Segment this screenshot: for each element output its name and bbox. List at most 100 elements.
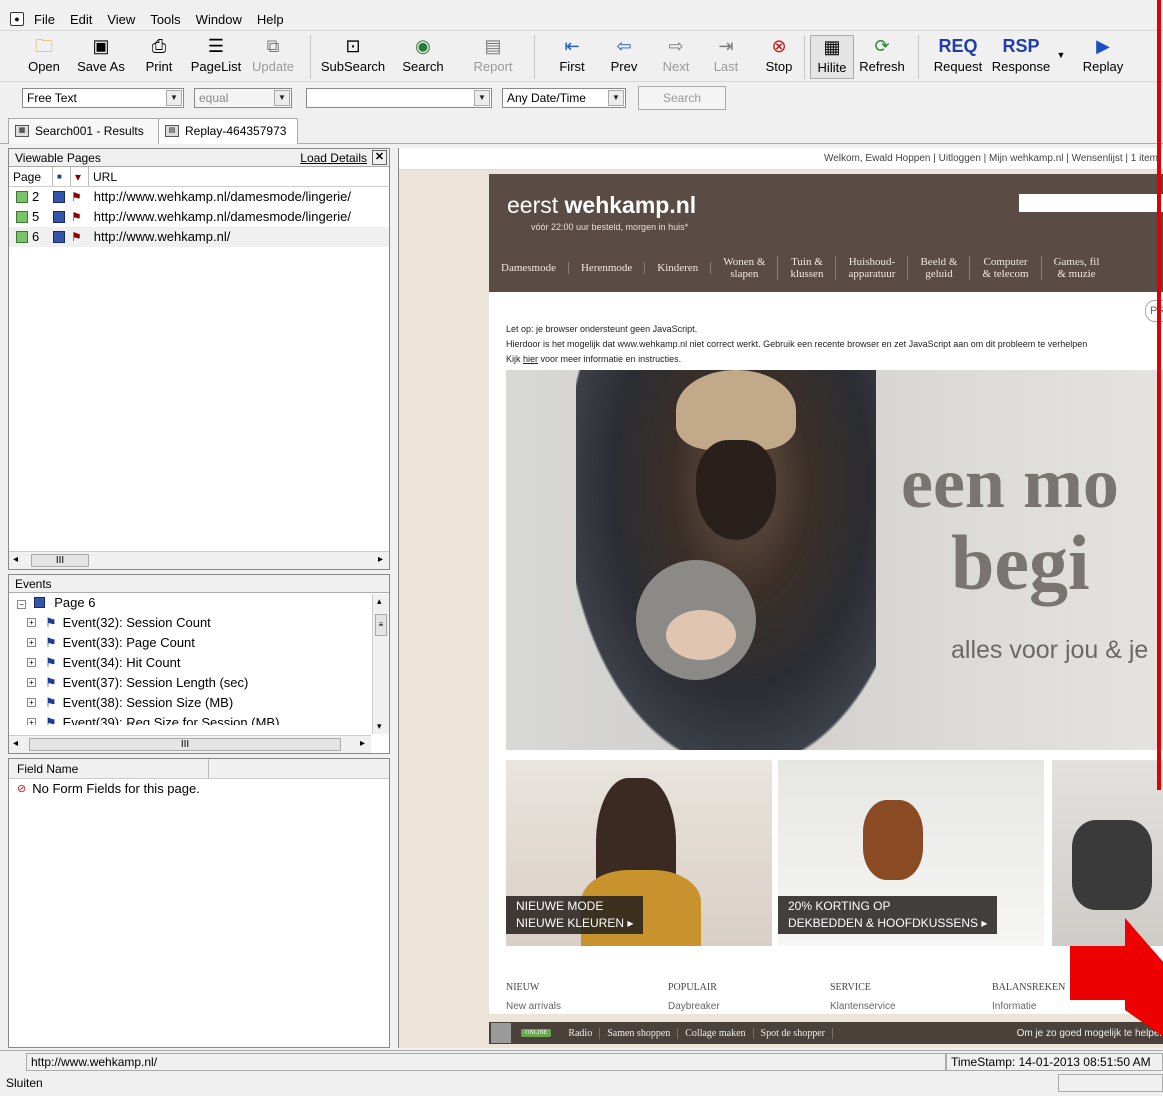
- close-icon[interactable]: ✕: [372, 150, 387, 165]
- request-button[interactable]: REQ Request: [930, 35, 986, 79]
- col-url[interactable]: URL: [89, 167, 121, 186]
- menu-edit[interactable]: Edit: [70, 12, 92, 27]
- nav-beeld[interactable]: Beeld & geluid: [908, 256, 971, 280]
- expand-icon[interactable]: +: [27, 718, 36, 725]
- update-button[interactable]: ⧉ Update: [250, 35, 296, 79]
- scroll-thumb[interactable]: III: [31, 554, 89, 567]
- nav-kinderen[interactable]: Kinderen: [645, 262, 712, 274]
- tree-item-event[interactable]: + ⚑ Event(39): Req Size for Session (MB): [9, 713, 389, 725]
- next-button[interactable]: ⇨ Next: [656, 35, 696, 79]
- prev-button[interactable]: ⇦ Prev: [604, 35, 644, 79]
- last-button[interactable]: ⇥ Last: [706, 35, 746, 79]
- filter-search-button[interactable]: Search: [638, 86, 726, 110]
- toolbar-separator: [310, 35, 311, 79]
- menu-view[interactable]: View: [107, 12, 135, 27]
- tree-item-event[interactable]: + ⚑ Event(38): Session Size (MB): [9, 693, 389, 713]
- refresh-button[interactable]: ⟳ Refresh: [858, 35, 906, 79]
- share-collage-maken[interactable]: Collage maken: [678, 1027, 754, 1039]
- col-flag-icon[interactable]: ▾: [71, 167, 89, 186]
- event-flag-icon: ⚑: [45, 695, 57, 710]
- col-type-icon[interactable]: ■: [53, 167, 71, 186]
- nav-dames[interactable]: Damesmode: [489, 262, 569, 274]
- col-page[interactable]: Page: [9, 167, 53, 186]
- collapse-icon[interactable]: −: [17, 600, 26, 609]
- nav-games[interactable]: Games, fil & muzie: [1042, 256, 1112, 280]
- response-button[interactable]: RSP Response: [990, 35, 1052, 79]
- date-range-select[interactable]: Any Date/Time ▼: [502, 88, 626, 108]
- expand-icon[interactable]: +: [27, 638, 36, 647]
- nav-huishoud[interactable]: Huishoud-apparatuur: [836, 256, 909, 280]
- scroll-down-icon[interactable]: ▾: [377, 721, 382, 732]
- search-value-input[interactable]: ▼: [306, 88, 492, 108]
- avatar[interactable]: [491, 1023, 511, 1043]
- vertical-scrollbar[interactable]: ▴ ≡ ▾: [372, 594, 389, 734]
- info-link[interactable]: hier: [523, 354, 538, 364]
- tree-item-event[interactable]: + ⚑ Event(34): Hit Count: [9, 653, 389, 673]
- nav-wonen[interactable]: Wonen & slapen: [711, 256, 779, 280]
- nav-heren[interactable]: Herenmode: [569, 262, 646, 274]
- first-button[interactable]: ⇤ First: [552, 35, 592, 79]
- footer-link[interactable]: Daybreaker: [668, 1001, 720, 1012]
- replay-button[interactable]: ▶ Replay: [1080, 35, 1126, 79]
- status-timestamp: TimeStamp: 14-01-2013 08:51:50 AM: [946, 1053, 1163, 1071]
- hero-headline: begi: [951, 519, 1090, 606]
- app-icon[interactable]: ●: [10, 12, 24, 26]
- tab-search-results[interactable]: ▦ Search001 - Results: [8, 118, 160, 144]
- pagelist-button[interactable]: ☰ PageList: [188, 35, 244, 79]
- menu-tools[interactable]: Tools: [150, 12, 180, 27]
- operator-select[interactable]: equal ▼: [194, 88, 292, 108]
- scroll-right-icon[interactable]: ▸: [378, 554, 383, 565]
- scroll-left-icon[interactable]: ◂: [13, 738, 18, 749]
- table-row[interactable]: 6 ⚑ http://www.wehkamp.nl/: [9, 227, 389, 247]
- load-details-link[interactable]: Load Details: [300, 149, 367, 167]
- horizontal-scrollbar[interactable]: ◂ III ▸: [9, 735, 371, 753]
- scroll-up-icon[interactable]: ▴: [377, 596, 382, 607]
- expand-icon[interactable]: +: [27, 658, 36, 667]
- share-radio[interactable]: Radio: [561, 1027, 601, 1039]
- expand-icon[interactable]: +: [27, 618, 36, 627]
- scroll-thumb[interactable]: ≡: [375, 614, 387, 636]
- table-row[interactable]: 2 ⚑ http://www.wehkamp.nl/damesmode/ling…: [9, 187, 389, 207]
- promo-tile-fashion[interactable]: NIEUWE MODE NIEUWE KLEUREN ▸: [506, 760, 772, 946]
- hero-banner[interactable]: een mo begi alles voor jou & je: [506, 370, 1163, 750]
- expand-icon[interactable]: +: [27, 678, 36, 687]
- tab-replay[interactable]: ▤ Replay-464357973: [158, 118, 298, 144]
- share-spot-de-shopper[interactable]: Spot de shopper: [754, 1027, 833, 1039]
- search-type-select[interactable]: Free Text ▼: [22, 88, 184, 108]
- menu-window[interactable]: Window: [196, 12, 242, 27]
- footer-link[interactable]: New arrivals: [506, 1001, 561, 1012]
- menu-file[interactable]: File: [34, 12, 55, 27]
- nav-tuin[interactable]: Tuin & klussen: [778, 256, 837, 280]
- promo-tile-bedding[interactable]: 20% KORTING OP DEKBEDDEN & HOOFDKUSSENS …: [778, 760, 1044, 946]
- subsearch-button[interactable]: ⊡ SubSearch: [320, 35, 386, 79]
- response-dropdown[interactable]: ▼: [1054, 35, 1068, 79]
- tree-item-event[interactable]: + ⚑ Event(37): Session Length (sec): [9, 673, 389, 693]
- scroll-right-icon[interactable]: ▸: [360, 738, 365, 749]
- stop-button[interactable]: ⊗ Stop: [760, 35, 798, 79]
- print-button[interactable]: ⎙ Print: [142, 35, 176, 79]
- replay-browser-view: Welkom, Ewald Hoppen | Uitloggen | Mijn …: [398, 148, 1163, 1048]
- nav-computer[interactable]: Computer & telecom: [970, 256, 1042, 280]
- save-as-button[interactable]: ▣ Save As: [76, 35, 126, 79]
- report-button[interactable]: ▤ Report: [470, 35, 516, 79]
- tree-item-event[interactable]: + ⚑ Event(33): Page Count: [9, 633, 389, 653]
- horizontal-scrollbar[interactable]: ◂ III ▸: [9, 551, 389, 569]
- site-search-input[interactable]: [1019, 194, 1163, 212]
- tree-item-event[interactable]: + ⚑ Event(32): Session Count: [9, 613, 389, 633]
- open-button[interactable]: 🗀 Open: [26, 35, 62, 79]
- footer-link[interactable]: Klantenservice: [830, 1001, 896, 1012]
- site-logo[interactable]: eerst wehkamp.nl: [507, 192, 696, 219]
- tree-root[interactable]: − Page 6: [9, 593, 389, 613]
- hilite-button[interactable]: ▦ Hilite: [810, 35, 854, 79]
- footer-link[interactable]: Informatie: [992, 1001, 1065, 1012]
- expand-icon[interactable]: +: [27, 698, 36, 707]
- search-button[interactable]: ◉ Search: [400, 35, 446, 79]
- menu-bar: ● File Edit View Tools Window Help: [0, 8, 1163, 30]
- scroll-left-icon[interactable]: ◂: [13, 554, 18, 565]
- footer-column: POPULAIR Daybreaker: [668, 982, 720, 1012]
- menu-help[interactable]: Help: [257, 12, 284, 27]
- col-field-name[interactable]: Field Name: [9, 759, 209, 778]
- scroll-thumb[interactable]: III: [29, 738, 341, 751]
- share-samen-shoppen[interactable]: Samen shoppen: [600, 1027, 679, 1039]
- table-row[interactable]: 5 ⚑ http://www.wehkamp.nl/damesmode/ling…: [9, 207, 389, 227]
